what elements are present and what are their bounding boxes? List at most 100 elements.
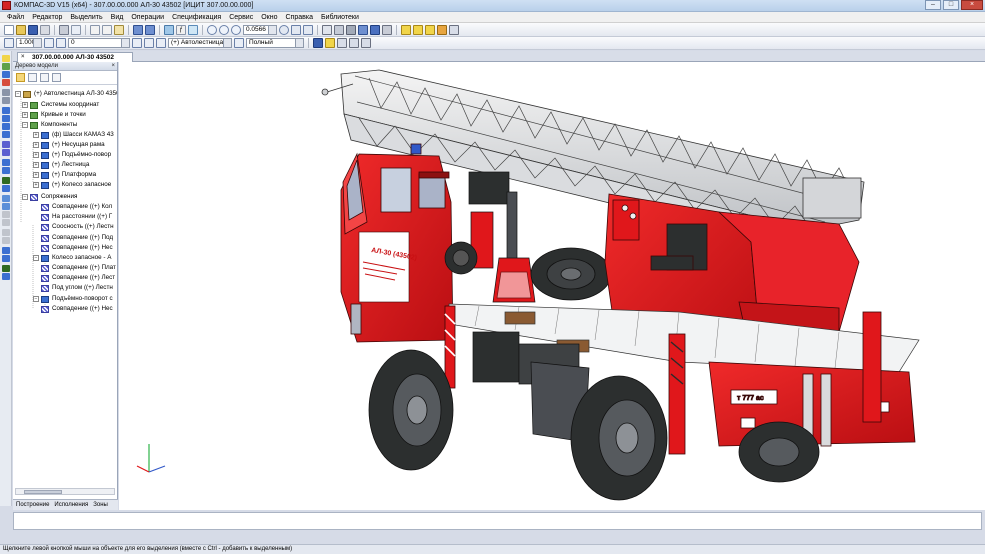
expand-icon[interactable]: + (33, 132, 39, 138)
edit-component-icon[interactable] (156, 38, 166, 48)
tree-item-mate-group[interactable]: − Подъёмно-поворот с (33, 294, 113, 304)
perspective-icon[interactable] (382, 24, 392, 35)
menu-service[interactable]: Сервис (225, 14, 257, 21)
select-mode-icon[interactable] (325, 38, 335, 48)
remove-icon[interactable] (2, 79, 10, 86)
menu-file[interactable]: Файл (3, 14, 28, 21)
tab-build[interactable]: Построение (16, 502, 49, 508)
close-button[interactable]: × (961, 0, 983, 10)
check-icon[interactable] (2, 273, 10, 280)
close-panel-icon[interactable]: × (111, 62, 115, 70)
tree-item-mate[interactable]: Соосность ((+) Лестн (41, 222, 114, 232)
create-component-icon[interactable] (2, 71, 10, 78)
step-icon[interactable] (4, 38, 14, 48)
view-orientation-icon[interactable] (313, 38, 323, 48)
filter-icon[interactable] (401, 24, 411, 35)
wireframe-icon[interactable] (322, 24, 332, 35)
expand-icon[interactable]: + (22, 112, 28, 118)
view-icon[interactable] (234, 38, 244, 48)
mass-properties-icon[interactable] (361, 38, 371, 48)
tree-item-mates[interactable]: − Сопряжения (22, 192, 77, 202)
tree-view-mode-icon[interactable] (28, 73, 37, 82)
expand-icon[interactable]: + (22, 102, 28, 108)
tree-item-mate[interactable]: Под углом ((+) Лестн (41, 283, 113, 293)
undo-icon[interactable] (133, 24, 143, 35)
edit-assembly-icon[interactable] (2, 55, 10, 62)
tangency-icon[interactable] (2, 141, 10, 148)
library-icon[interactable] (449, 24, 459, 35)
shaded-icon[interactable] (358, 24, 368, 35)
minimize-button[interactable]: – (925, 0, 941, 10)
fillet-icon[interactable] (2, 203, 10, 210)
tree-structure-icon[interactable] (40, 73, 49, 82)
array-icon[interactable] (2, 219, 10, 226)
move-component-icon[interactable] (2, 89, 10, 96)
property-panel[interactable] (13, 512, 982, 530)
concentric-icon[interactable] (2, 149, 10, 156)
save-all-icon[interactable] (40, 24, 50, 35)
rotate-icon[interactable] (279, 24, 289, 35)
expand-icon[interactable]: + (33, 172, 39, 178)
rotate-component-icon[interactable] (2, 97, 10, 104)
tree-item-mate[interactable]: Совпадение ((+) Под (41, 233, 113, 243)
tree-item-component[interactable]: + (+) Колесо запасное (33, 180, 111, 190)
tree-select-icon[interactable] (16, 73, 25, 82)
zoom-window-icon[interactable] (219, 24, 229, 35)
menu-help[interactable]: Справка (282, 14, 317, 21)
tree-item-mate[interactable]: Совпадение ((+) Нес (41, 304, 113, 314)
menu-view[interactable]: Вид (107, 14, 128, 21)
shaded-edges-icon[interactable] (370, 24, 380, 35)
perpendicular-icon[interactable] (2, 131, 10, 138)
tree-item-component[interactable]: + (ф) Шасси КАМАЗ 43 (33, 130, 114, 140)
tree-item-coordinate-systems[interactable]: + Системы координат (22, 100, 99, 110)
zoom-out-icon[interactable] (231, 24, 241, 35)
distance-icon[interactable] (2, 159, 10, 166)
expand-icon[interactable]: + (33, 182, 39, 188)
save-icon[interactable] (28, 24, 38, 35)
tree-item-component[interactable]: + (+) Лестница (33, 160, 89, 170)
ortho-icon[interactable] (44, 38, 54, 48)
properties-icon[interactable] (188, 24, 198, 35)
collapse-icon[interactable]: − (33, 296, 39, 302)
tree-item-curves-points[interactable]: + Кривые и точки (22, 110, 86, 120)
cut-icon[interactable] (90, 24, 100, 35)
menu-window[interactable]: Окно (257, 14, 281, 21)
scrollbar-thumb[interactable] (24, 490, 62, 494)
select-filter-icon[interactable] (413, 24, 423, 35)
copy-icon[interactable] (102, 24, 112, 35)
parallel-icon[interactable] (2, 123, 10, 130)
hole-icon[interactable] (2, 195, 10, 202)
section-icon[interactable] (337, 38, 347, 48)
zoom-scale-field[interactable]: 0.0566 (243, 24, 277, 35)
extrude-icon[interactable] (2, 185, 10, 192)
manager-icon[interactable] (437, 24, 447, 35)
hidden-thin-icon[interactable] (346, 24, 356, 35)
formula-icon[interactable]: ƒ (176, 24, 186, 35)
collapse-icon[interactable]: − (33, 255, 39, 261)
tree-item-component[interactable]: + (+) Подъёмно-повор (33, 150, 111, 160)
expand-icon[interactable]: + (33, 162, 39, 168)
menu-libraries[interactable]: Библиотеки (317, 14, 363, 21)
coincidence-icon[interactable] (2, 115, 10, 122)
tree-item-mate-group[interactable]: − Колесо запасное - А (33, 253, 111, 263)
parameters-icon[interactable] (144, 38, 154, 48)
report-icon[interactable] (2, 265, 10, 272)
collapse-icon[interactable]: − (22, 194, 28, 200)
print-icon[interactable] (59, 24, 69, 35)
menu-editor[interactable]: Редактор (28, 14, 66, 21)
collapse-icon[interactable]: − (22, 122, 28, 128)
document-tab[interactable]: × 307.00.00.000 АЛ-30 43502 (17, 52, 133, 62)
tree-horizontal-scrollbar[interactable] (15, 488, 115, 495)
mirror-icon[interactable] (2, 229, 10, 236)
current-component-field[interactable]: (+) Автолестница А (168, 38, 232, 48)
section-plane-icon[interactable] (2, 237, 10, 244)
pan-icon[interactable] (291, 24, 301, 35)
print-preview-icon[interactable] (71, 24, 81, 35)
redo-icon[interactable] (145, 24, 155, 35)
menu-select[interactable]: Выделить (66, 14, 106, 21)
tree-item-root[interactable]: − (+) Автолестница АЛ-30 43502 (15, 89, 117, 99)
measure-icon[interactable] (349, 38, 359, 48)
collapse-icon[interactable]: − (15, 91, 21, 97)
mate-icon[interactable] (2, 107, 10, 114)
step-field[interactable]: 1.000 (16, 38, 42, 48)
